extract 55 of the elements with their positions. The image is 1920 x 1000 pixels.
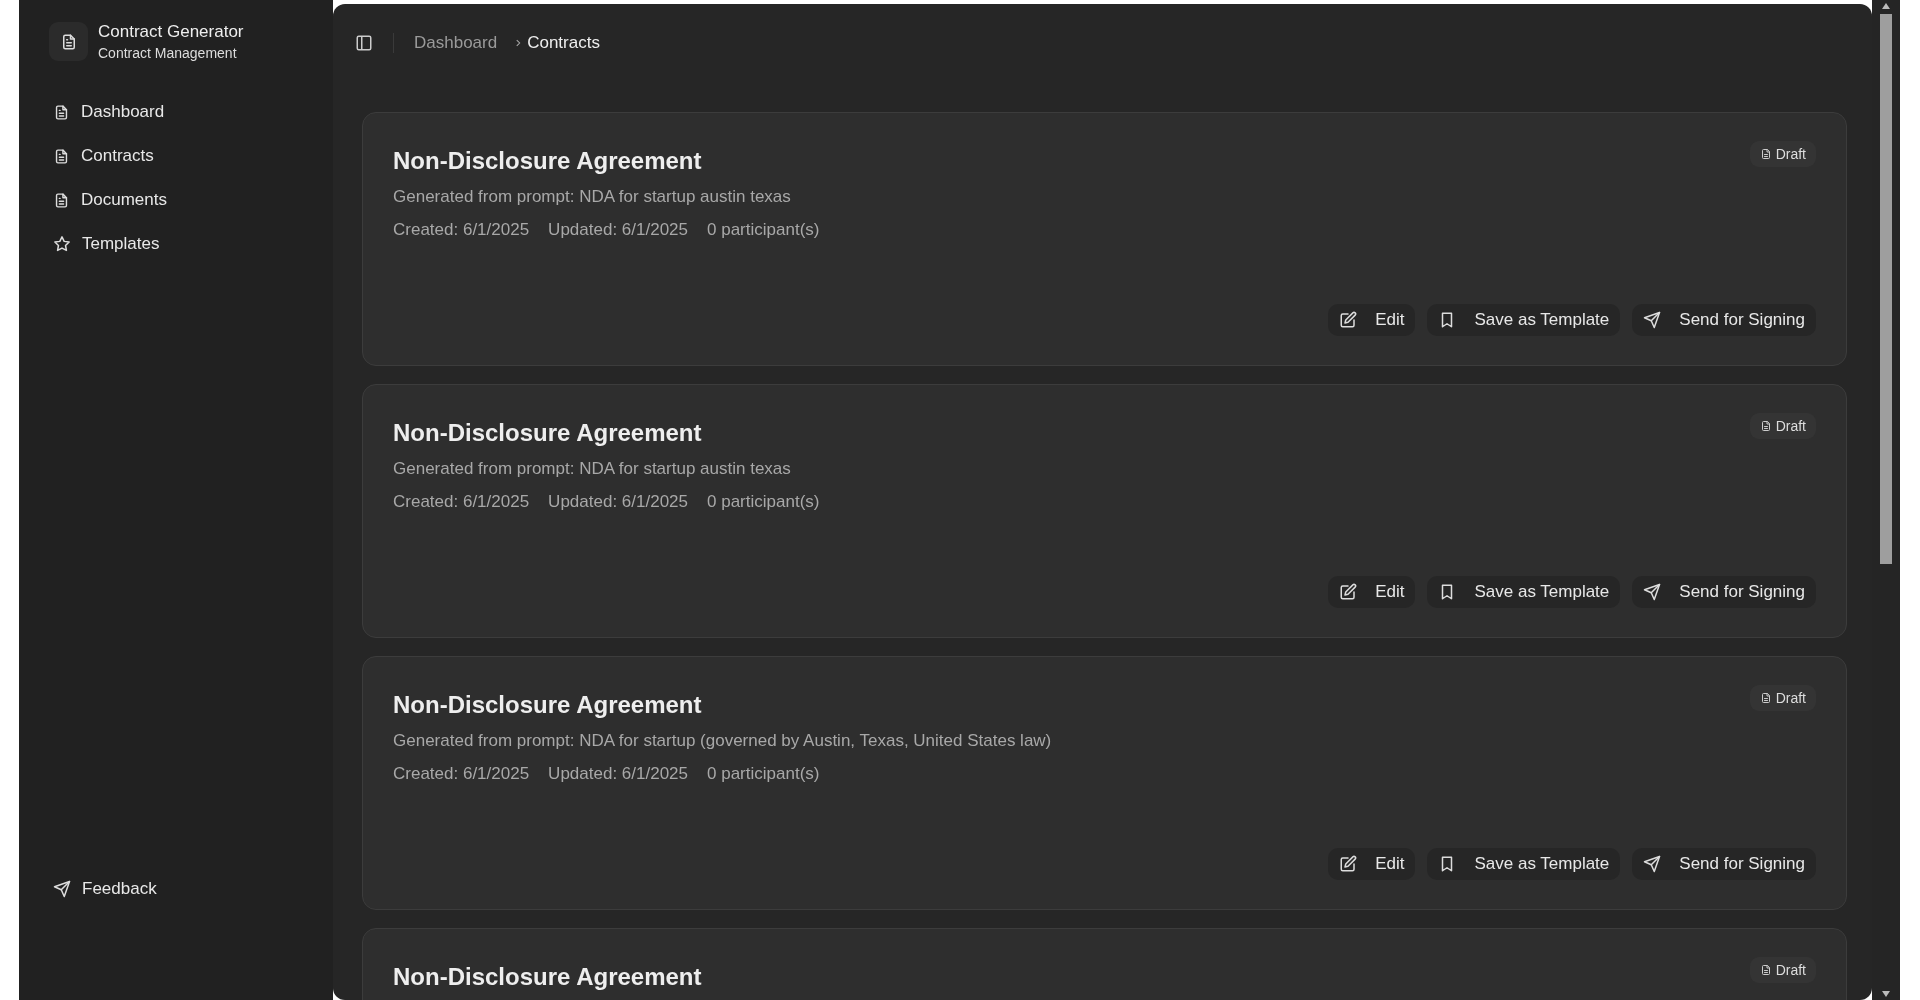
- participant-count: 0 participant(s): [707, 220, 820, 240]
- contract-description: Generated from prompt: NDA for startup (governed by Austin, Texas, United States law): [393, 731, 1053, 751]
- updated-date: Updated: 6/1/2025: [548, 492, 688, 512]
- sidebar-item[interactable]: Documents: [49, 182, 313, 218]
- contract-description: Generated from prompt: NDA for startup austin texas: [393, 187, 792, 207]
- app-subtitle: Contract Management: [98, 45, 238, 61]
- document-icon: [53, 147, 70, 165]
- scrollbar-thumb[interactable]: [1880, 14, 1892, 564]
- send-icon: [1643, 855, 1662, 873]
- sidebar-item[interactable]: Templates: [49, 226, 313, 262]
- created-date: Created: 6/1/2025: [393, 764, 530, 784]
- participant-count: 0 participant(s): [707, 764, 820, 784]
- participant-count: 0 participant(s): [707, 492, 820, 512]
- updated-date: Updated: 6/1/2025: [548, 764, 688, 784]
- save-template-button[interactable]: Save as Template: [1427, 304, 1621, 336]
- edit-button[interactable]: Edit: [1328, 304, 1416, 336]
- document-icon: [49, 22, 88, 61]
- save-template-button[interactable]: Save as Template: [1427, 848, 1621, 880]
- send-icon: [1643, 583, 1662, 601]
- status-badge: Draft: [1749, 141, 1816, 167]
- created-date: Created: 6/1/2025: [393, 220, 530, 240]
- contract-description: Generated from prompt: NDA for startup austin texas: [393, 459, 792, 479]
- send-button[interactable]: Send for Signing: [1632, 304, 1816, 336]
- contract-title: Non-Disclosure Agreement: [393, 691, 702, 719]
- send-button[interactable]: Send for Signing: [1632, 576, 1816, 608]
- send-icon: [1643, 311, 1662, 329]
- scrollbar[interactable]: [1872, 0, 1900, 1000]
- breadcrumb-link[interactable]: Contracts: [527, 33, 600, 53]
- send-icon: [53, 880, 71, 898]
- scroll-down-icon[interactable]: [1881, 990, 1891, 998]
- breadcrumb-link[interactable]: Dashboard: [414, 33, 498, 53]
- edit-button[interactable]: Edit: [1328, 848, 1416, 880]
- edit-icon: [1339, 311, 1358, 329]
- status-badge: Draft: [1749, 957, 1816, 983]
- edit-icon: [1339, 855, 1358, 873]
- save-template-button[interactable]: Save as Template: [1427, 576, 1621, 608]
- status-badge: Draft: [1749, 685, 1816, 711]
- contract-title: Non-Disclosure Agreement: [393, 963, 702, 991]
- star-icon: [53, 235, 71, 253]
- edit-icon: [1339, 583, 1358, 601]
- document-icon: [53, 191, 70, 209]
- app-title: Contract Generator: [98, 22, 244, 42]
- sidebar-item[interactable]: Contracts: [49, 138, 313, 174]
- contract-title: Non-Disclosure Agreement: [393, 419, 702, 447]
- created-date: Created: 6/1/2025: [393, 492, 530, 512]
- sidebar-item[interactable]: Dashboard: [49, 94, 313, 130]
- feedback-link[interactable]: Feedback: [49, 871, 313, 907]
- scroll-up-icon[interactable]: [1881, 2, 1891, 10]
- sidebar-toggle-icon[interactable]: [355, 34, 373, 52]
- send-button[interactable]: Send for Signing: [1632, 848, 1816, 880]
- document-icon: [53, 103, 70, 121]
- contract-title: Non-Disclosure Agreement: [393, 147, 702, 175]
- updated-date: Updated: 6/1/2025: [548, 220, 688, 240]
- edit-button[interactable]: Edit: [1328, 576, 1416, 608]
- status-badge: Draft: [1749, 413, 1816, 439]
